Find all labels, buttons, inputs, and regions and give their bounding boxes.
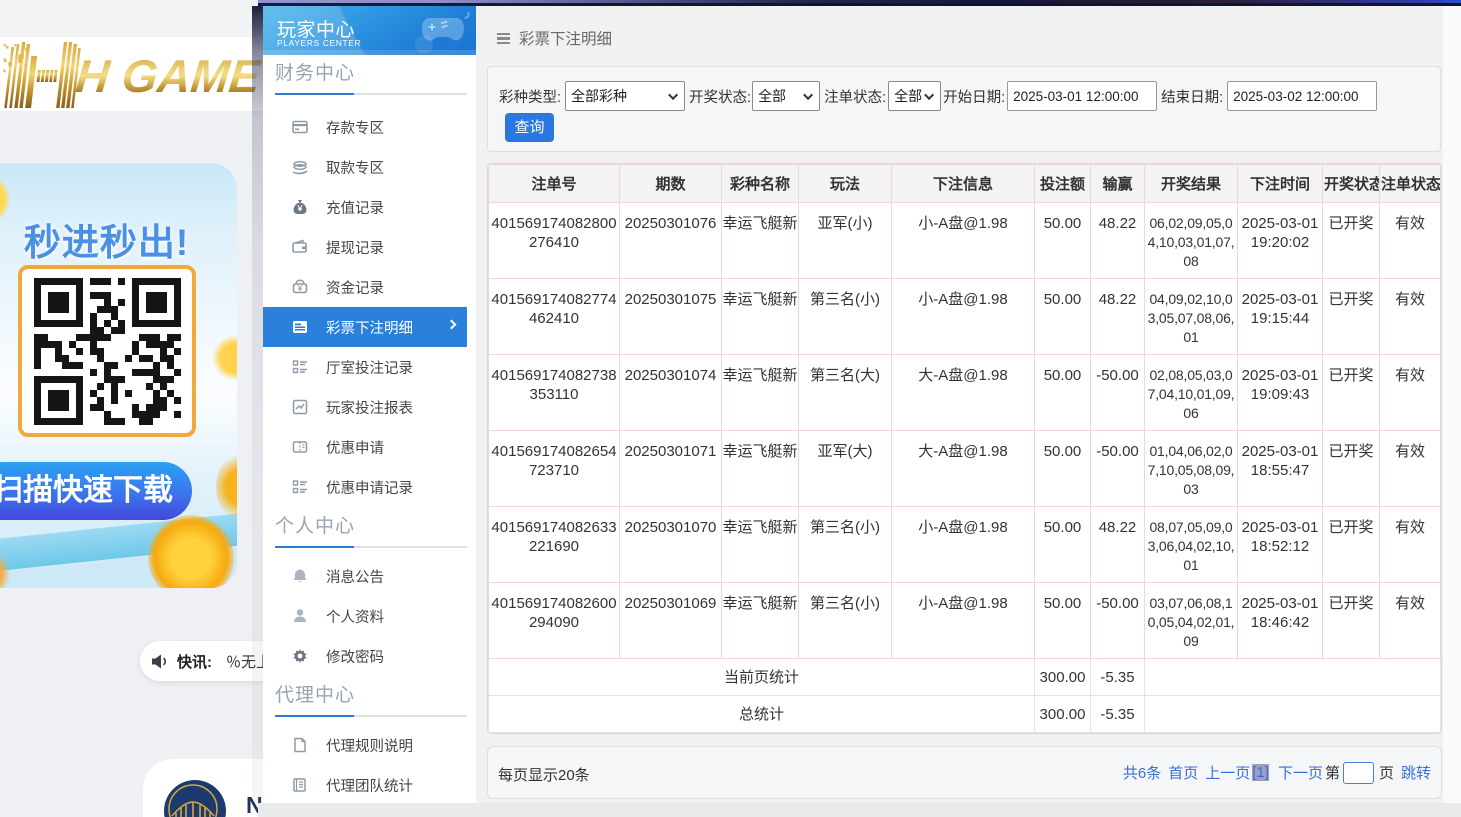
svg-text:￥: ￥ (296, 204, 304, 213)
svg-text:￥: ￥ (297, 285, 304, 293)
